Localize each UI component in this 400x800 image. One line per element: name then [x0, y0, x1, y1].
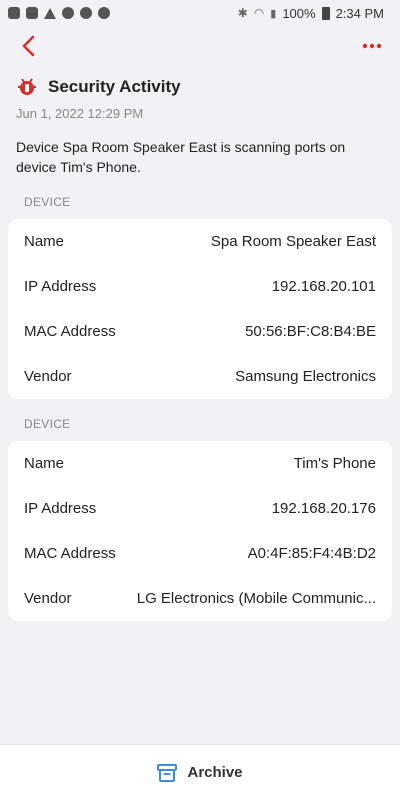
- row-label: MAC Address: [24, 323, 116, 340]
- signal-icon: ▮: [270, 7, 277, 20]
- status-time: 2:34 PM: [335, 5, 384, 21]
- device-row-mac: MAC Address A0:4F:85:F4:4B:D2: [24, 531, 376, 576]
- device-row-ip: IP Address 192.168.20.176: [24, 486, 376, 531]
- battery-percent: 100%: [282, 5, 316, 21]
- device-section-label: DEVICE: [24, 195, 71, 209]
- check-notification-icon: [98, 7, 110, 19]
- title-row: Security Activity: [16, 76, 384, 98]
- row-value: Samsung Electronics: [235, 368, 376, 385]
- bluetooth-icon: ✱: [237, 6, 248, 20]
- row-label: Vendor: [24, 368, 72, 385]
- row-label: Name: [24, 455, 65, 472]
- device-section-label: DEVICE: [24, 417, 71, 431]
- row-label: IP Address: [24, 278, 97, 295]
- device-card-target: Name Tim's Phone IP Address 192.168.20.1…: [8, 441, 392, 621]
- device-row-name: Name Spa Room Speaker East: [24, 219, 376, 264]
- status-icons-left: [8, 7, 110, 19]
- more-options-button[interactable]: [358, 32, 386, 60]
- archive-label: Archive: [187, 764, 243, 781]
- music-notification-icon: [8, 7, 20, 19]
- row-value: LG Electronics (Mobile Communic...: [136, 590, 376, 607]
- row-value: A0:4F:85:F4:4B:D2: [247, 545, 376, 562]
- row-value: Spa Room Speaker East: [210, 233, 376, 250]
- row-value: 192.168.20.176: [271, 500, 376, 517]
- archive-button[interactable]: Archive: [0, 744, 400, 800]
- page-title: Security Activity: [48, 77, 181, 96]
- device-row-name: Name Tim's Phone: [24, 441, 376, 486]
- back-button[interactable]: [14, 32, 42, 60]
- device-row-vendor: Vendor LG Electronics (Mobile Communic..…: [24, 576, 376, 621]
- hand-notification-icon: [80, 7, 92, 19]
- battery-icon: [321, 6, 330, 20]
- status-bar: ✱ ◠ ▮ 100% 2:34 PM: [0, 0, 400, 26]
- row-label: Name: [24, 233, 65, 250]
- nav-bar: [0, 26, 400, 66]
- wifi-icon: ◠: [253, 6, 265, 20]
- app-notification-icon-2: [62, 7, 74, 19]
- alert-notification-icon: [44, 7, 56, 19]
- activity-header: Security Activity Jun 1, 2022 12:29 PM D…: [0, 66, 400, 177]
- device-row-ip: IP Address 192.168.20.101: [24, 264, 376, 309]
- archive-icon: [157, 763, 178, 782]
- row-value: 192.168.20.101: [271, 278, 376, 295]
- row-value: Tim's Phone: [293, 455, 376, 472]
- row-label: IP Address: [24, 500, 97, 517]
- app-notification-icon: [26, 7, 38, 19]
- bug-icon: [18, 78, 36, 95]
- activity-description: Device Spa Room Speaker East is scanning…: [16, 139, 346, 175]
- chevron-left-icon: [22, 35, 35, 57]
- more-dots-icon: [362, 43, 382, 49]
- activity-timestamp: Jun 1, 2022 12:29 PM: [16, 106, 144, 121]
- device-card-source: Name Spa Room Speaker East IP Address 19…: [8, 219, 392, 399]
- device-row-mac: MAC Address 50:56:BF:C8:B4:BE: [24, 309, 376, 354]
- row-label: MAC Address: [24, 545, 116, 562]
- row-value: 50:56:BF:C8:B4:BE: [245, 323, 376, 340]
- row-label: Vendor: [24, 590, 72, 607]
- device-row-vendor: Vendor Samsung Electronics: [24, 354, 376, 399]
- status-icons-right: ✱ ◠ ▮ 100% 2:34 PM: [238, 6, 384, 21]
